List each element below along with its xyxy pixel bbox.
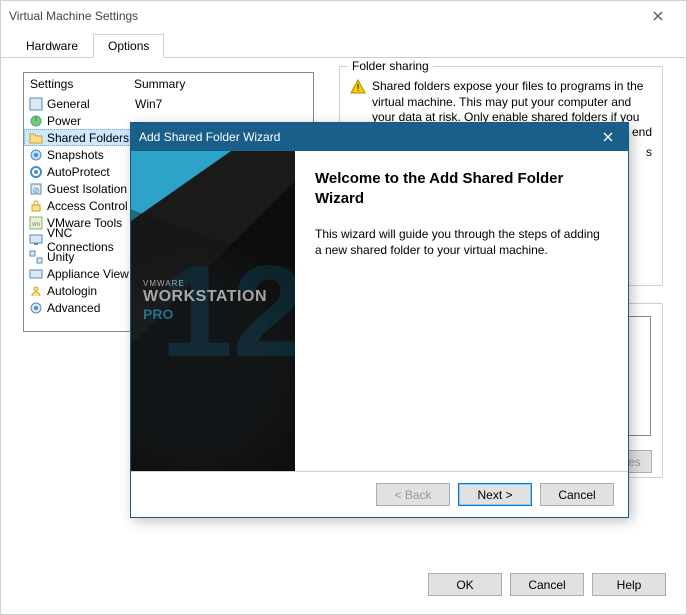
partial-text-1: end <box>632 125 652 139</box>
folder-sharing-legend: Folder sharing <box>348 59 433 73</box>
tab-options[interactable]: Options <box>93 34 164 58</box>
add-shared-folder-wizard: Add Shared Folder Wizard 12 VMWARE WORKS… <box>130 122 629 518</box>
sidebar-item-label: Appliance View <box>47 267 135 281</box>
partial-text-2: s <box>646 145 652 159</box>
sidebar-item-label: AutoProtect <box>47 165 135 179</box>
wizard-heading: Welcome to the Add Shared Folder Wizard <box>315 169 608 208</box>
wizard-body: 12 VMWARE WORKSTATION PRO Welcome to the… <box>131 151 628 471</box>
power-icon <box>28 113 44 129</box>
svg-text:⊘: ⊘ <box>33 186 40 195</box>
vnc-icon <box>28 232 44 248</box>
settings-list-header: Settings Summary <box>24 73 313 95</box>
autoprotect-icon <box>28 164 44 180</box>
tab-strip: Hardware Options <box>1 33 686 58</box>
sidebar-item-label: Shared Folders <box>47 131 135 145</box>
autologin-icon <box>28 283 44 299</box>
access-icon <box>28 198 44 214</box>
close-icon[interactable] <box>638 2 678 30</box>
wizard-footer: < Back Next > Cancel <box>131 471 628 517</box>
help-button[interactable]: Help <box>592 573 666 596</box>
svg-text:vm: vm <box>32 222 40 228</box>
general-icon <box>28 96 44 112</box>
warning-row: ! Shared folders expose your files to pr… <box>350 79 652 126</box>
sidebar-item-label: Autologin <box>47 284 135 298</box>
warning-icon: ! <box>350 79 366 95</box>
advanced-icon <box>28 300 44 316</box>
wizard-graphic: 12 VMWARE WORKSTATION PRO <box>131 151 295 471</box>
brand-vmware: VMWARE <box>143 279 267 288</box>
header-settings: Settings <box>30 77 134 91</box>
brand-pro: PRO <box>143 306 267 322</box>
sidebar-item-label: Access Control <box>47 199 135 213</box>
wizard-main: Welcome to the Add Shared Folder Wizard … <box>295 151 628 471</box>
isolation-icon: ⊘ <box>28 181 44 197</box>
sidebar-item-label: Unity <box>47 250 135 264</box>
warning-text: Shared folders expose your files to prog… <box>372 79 652 126</box>
sidebar-item-general[interactable]: GeneralWin7 <box>24 95 313 112</box>
sidebar-item-label: Guest Isolation <box>47 182 135 196</box>
brand-workstation: WORKSTATION <box>143 288 267 306</box>
wizard-cancel-button[interactable]: Cancel <box>540 483 614 506</box>
back-button: < Back <box>376 483 450 506</box>
wizard-titlebar: Add Shared Folder Wizard <box>131 123 628 151</box>
next-button[interactable]: Next > <box>458 483 532 506</box>
wizard-close-icon[interactable] <box>588 123 628 151</box>
sidebar-item-label: Power <box>47 114 135 128</box>
unity-icon <box>28 249 44 265</box>
dialog-footer: OK Cancel Help <box>428 573 666 596</box>
tab-hardware[interactable]: Hardware <box>11 34 93 58</box>
snapshot-icon <box>28 147 44 163</box>
ok-button[interactable]: OK <box>428 573 502 596</box>
svg-text:!: ! <box>357 83 360 94</box>
sidebar-item-summary: Win7 <box>135 97 162 111</box>
titlebar: Virtual Machine Settings <box>1 1 686 31</box>
folder-icon <box>28 130 44 146</box>
wizard-title: Add Shared Folder Wizard <box>139 130 588 144</box>
cancel-button[interactable]: Cancel <box>510 573 584 596</box>
sidebar-item-label: General <box>47 97 135 111</box>
version-number: 12 <box>160 236 295 386</box>
sidebar-item-label: Snapshots <box>47 148 135 162</box>
window-title: Virtual Machine Settings <box>9 9 638 23</box>
appliance-icon <box>28 266 44 282</box>
header-summary: Summary <box>134 77 185 91</box>
vmware-icon: vm <box>28 215 44 231</box>
wizard-description: This wizard will guide you through the s… <box>315 226 608 258</box>
brand-text: VMWARE WORKSTATION PRO <box>143 279 267 322</box>
sidebar-item-label: Advanced <box>47 301 135 315</box>
